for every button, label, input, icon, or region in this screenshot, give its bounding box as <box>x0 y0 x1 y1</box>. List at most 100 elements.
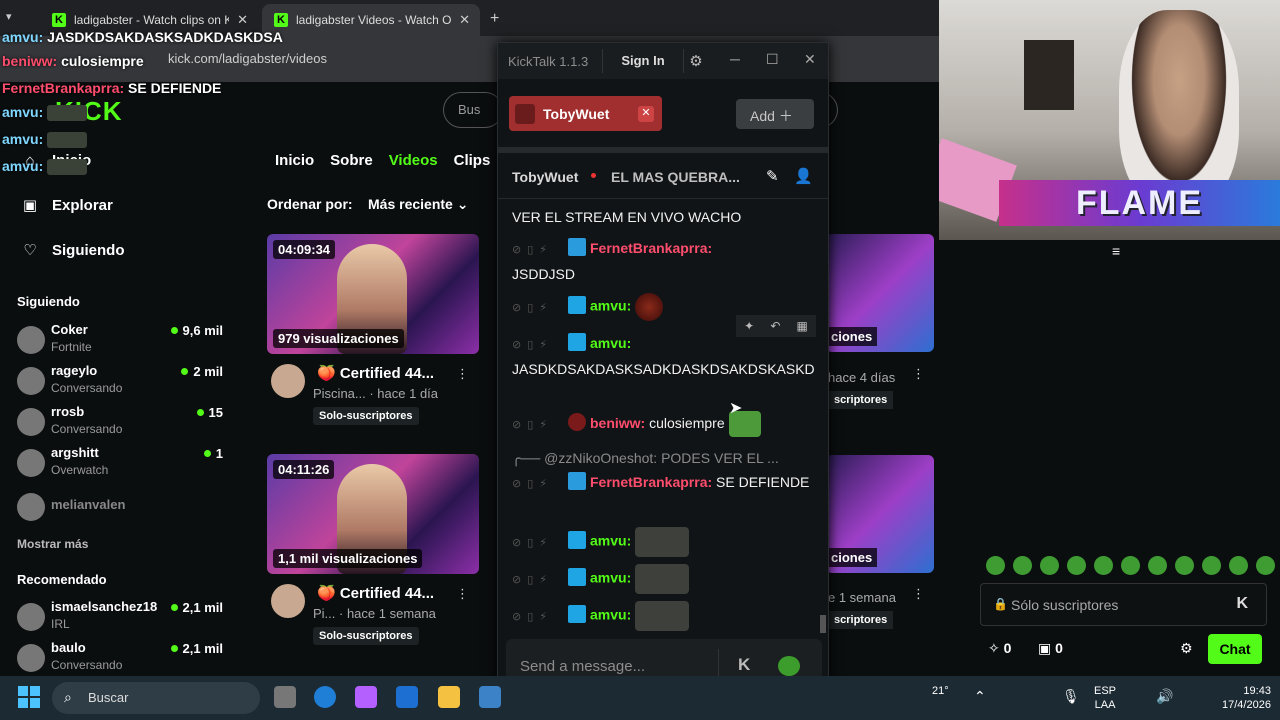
user-icon[interactable]: 👤 <box>794 167 813 185</box>
badge-icon <box>568 604 586 623</box>
reply-reference[interactable]: ╭── @zzNikoOneshot: PODES VER EL ... <box>512 450 779 467</box>
message-actions-icon[interactable]: ⊘▯⚡ <box>512 296 568 320</box>
following-item[interactable]: rrosb Conversando 15 <box>17 404 227 442</box>
more-options-icon[interactable]: ⋮ <box>456 366 469 382</box>
tab-videos[interactable]: Videos <box>389 152 438 169</box>
message-actions-icon[interactable]: ⊘▯⚡ <box>512 413 568 437</box>
video-thumbnail[interactable]: ciones <box>826 234 934 352</box>
tab-sobre[interactable]: Sobre <box>330 152 373 169</box>
close-tab-icon[interactable]: ✕ <box>237 12 248 28</box>
emote-image <box>635 293 664 321</box>
tab-inicio[interactable]: Inicio <box>275 152 314 169</box>
emote-row <box>986 556 1275 575</box>
maximize-icon[interactable]: ☐ <box>766 51 779 68</box>
gift-counter[interactable]: ▣ 0 <box>1038 640 1063 657</box>
taskview-icon[interactable] <box>274 686 296 708</box>
more-options-icon[interactable]: ⋮ <box>912 366 925 382</box>
screen: ▾ K ladigabster - Watch clips on Kic ✕ K… <box>0 0 1280 720</box>
video-thumbnail[interactable]: 04:09:34 979 visualizaciones <box>267 234 479 354</box>
following-item[interactable]: argshitt Overwatch 1 <box>17 445 227 483</box>
following-item[interactable]: rageylo Conversando 2 mil <box>17 363 227 401</box>
gear-icon[interactable]: ⚙ <box>1180 640 1193 657</box>
points-counter[interactable]: ✧ 0 <box>988 640 1011 657</box>
avatar <box>17 408 45 436</box>
outlook-icon[interactable] <box>396 686 418 708</box>
recommended-item[interactable]: ismaelsanchez18 IRL 2,1 mil <box>17 599 227 637</box>
tab-search-icon[interactable]: ▾ <box>6 10 12 23</box>
badge-icon <box>568 333 586 351</box>
new-tab-button[interactable]: + <box>490 10 499 28</box>
nav-siguiendo[interactable]: ♡ Siguiendo <box>22 241 124 260</box>
streamer-name[interactable]: TobyWuet <box>512 169 578 185</box>
avatar <box>17 493 45 521</box>
recommended-item[interactable]: baulo Conversando 2,1 mil <box>17 640 227 678</box>
avatar <box>17 326 45 354</box>
search-input[interactable]: Bus <box>443 92 503 128</box>
webcam-feed: FLAME <box>939 0 1280 240</box>
scrollbar-thumb[interactable] <box>820 615 826 633</box>
copilot-icon[interactable] <box>355 686 377 708</box>
emote-image <box>47 105 88 122</box>
kick-emote-icon[interactable]: K <box>1236 595 1248 613</box>
message-actions-icon[interactable]: ⊘▯⚡ <box>512 238 568 262</box>
channel-tab[interactable]: TobyWuet ✕ <box>509 96 662 131</box>
app-title: KickTalk 1.1.3 <box>508 54 589 69</box>
chat-input[interactable]: 🔒 Sólo suscriptores K <box>980 583 1267 626</box>
kick-emote-icon[interactable]: K <box>738 655 750 675</box>
chevron-up-icon[interactable]: ⌃ <box>974 688 986 705</box>
collapse-chat-icon[interactable]: ≡ <box>1112 243 1120 259</box>
close-icon[interactable]: ✕ <box>804 51 816 68</box>
chat-message: ⊘▯⚡ amvu: JASDKDSAKDASKSADKDASKDSAKDSKASKD <box>512 333 815 377</box>
url-text[interactable]: kick.com/ladigabster/videos <box>168 51 327 66</box>
add-channel-button[interactable]: Add ＋ <box>736 99 814 129</box>
avatar[interactable] <box>271 584 305 618</box>
more-options-icon[interactable]: ⋮ <box>912 586 925 602</box>
badge-icon <box>568 472 586 490</box>
stream-title: EL MAS QUEBRA... <box>611 169 740 185</box>
badge-icon <box>568 295 586 314</box>
sort-select[interactable]: Más reciente ⌄ <box>358 190 478 218</box>
edge-icon[interactable] <box>314 686 336 708</box>
language-indicator[interactable]: ESP LAA <box>1094 684 1116 712</box>
folder-icon[interactable] <box>438 686 460 708</box>
message-actions-icon[interactable]: ⊘▯⚡ <box>512 605 568 629</box>
more-options-icon[interactable]: ⋮ <box>456 586 469 602</box>
video-title[interactable]: 🍑 Certified 44... <box>317 584 434 602</box>
following-item[interactable]: Coker Fortnite 9,6 mil <box>17 322 227 360</box>
video-info: 🍑 Certified 44... Pi... · hace 1 semana So… <box>267 582 479 662</box>
gear-icon[interactable]: ⚙ <box>684 52 708 70</box>
message-actions-icon[interactable]: ⊘▯⚡ <box>512 568 568 592</box>
emote-picker-icon[interactable] <box>778 656 800 676</box>
show-more-link[interactable]: Mostrar más <box>17 537 88 551</box>
tab-clips[interactable]: Clips <box>454 152 491 169</box>
close-tab-icon[interactable]: ✕ <box>459 12 470 28</box>
message-actions-icon[interactable]: ⊘▯⚡ <box>512 531 568 555</box>
sign-in-button[interactable]: Sign In <box>602 49 684 73</box>
pin-icon[interactable]: ✎ <box>766 167 779 185</box>
weather-widget[interactable]: 21° <box>932 684 949 698</box>
kick-favicon-icon: K <box>274 13 288 27</box>
following-item-offline[interactable]: melianvalen <box>17 489 227 527</box>
store-icon[interactable] <box>479 686 501 708</box>
overlay-chat-line: FernetBrankaprra: SE DEFIENDE <box>2 80 222 96</box>
stream-header: TobyWuet EL MAS QUEBRA... ✎ 👤 <box>498 155 828 199</box>
microphone-icon[interactable]: 🎙 <box>1062 688 1080 705</box>
kicktalk-window: KickTalk 1.1.3 Sign In ⚙ ─ ☐ ✕ TobyWuet … <box>497 42 829 702</box>
avatar[interactable] <box>271 364 305 398</box>
chat-send-button[interactable]: Chat <box>1208 634 1262 664</box>
taskbar-search[interactable]: ⌕ Buscar <box>52 682 260 714</box>
video-title[interactable]: 🍑 Certified 44... <box>317 364 434 382</box>
status-badge: Solo-suscriptores <box>313 627 419 645</box>
close-tab-icon[interactable]: ✕ <box>638 105 654 122</box>
browser-tab-active[interactable]: K ladigabster Videos - Watch On ✕ <box>262 4 480 36</box>
volume-icon[interactable]: 🔊 <box>1156 688 1173 705</box>
video-thumbnail[interactable]: 04:11:26 1,1 mil visualizaciones <box>267 454 479 574</box>
clock[interactable]: 19:43 17/4/2026 <box>1222 684 1271 712</box>
minimize-icon[interactable]: ─ <box>730 51 740 67</box>
windows-start-icon[interactable] <box>18 686 40 708</box>
video-thumbnail[interactable]: ciones <box>826 455 934 573</box>
message-actions-icon[interactable]: ⊘▯⚡ <box>512 333 568 357</box>
message-actions-icon[interactable]: ⊘▯⚡ <box>512 472 568 496</box>
nav-explorar[interactable]: ▣ Explorar <box>22 196 113 215</box>
chat-message: ⊘▯⚡ FernetBrankaprra: JSDDJSD <box>512 238 713 282</box>
